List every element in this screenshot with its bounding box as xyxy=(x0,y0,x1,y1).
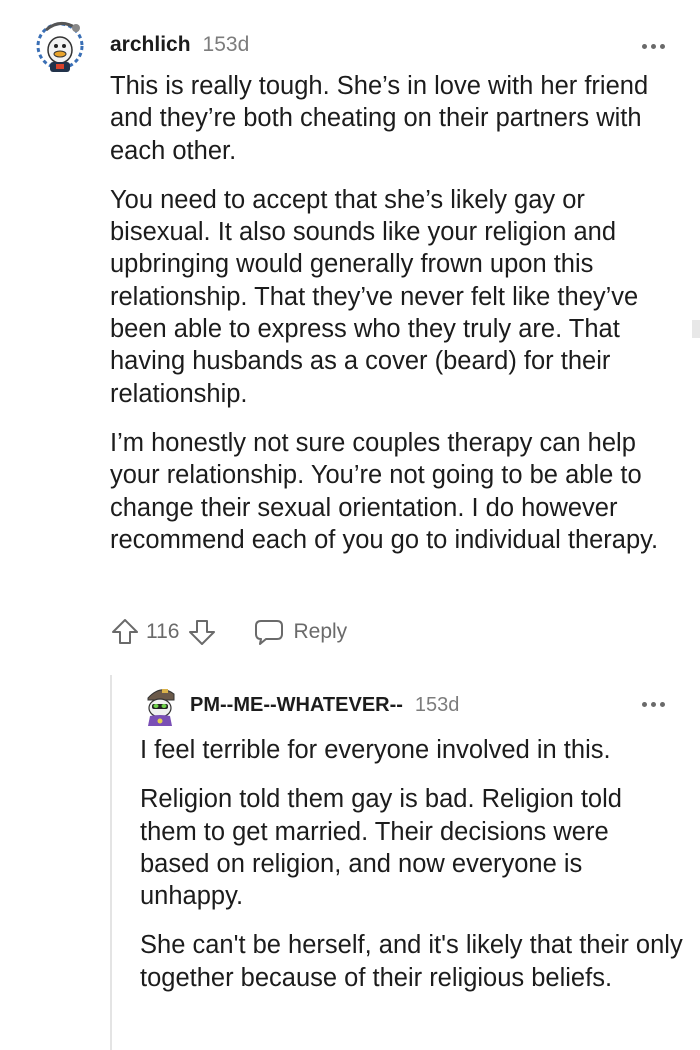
reply-comment: PM--ME--WHATEVER-- 153d I feel terrible … xyxy=(0,680,700,1050)
comment-meta: PM--ME--WHATEVER-- 153d xyxy=(190,694,459,717)
comment-paragraph: This is really tough. She’s in love with… xyxy=(110,72,649,165)
user-avatar[interactable] xyxy=(142,684,180,728)
comment-paragraph: You need to accept that she’s likely gay… xyxy=(110,185,639,408)
comment-paragraph: She can't be herself, and it's likely th… xyxy=(140,931,683,992)
upvote-arrow-icon xyxy=(112,619,138,644)
comment-age: 153d xyxy=(202,33,250,56)
username[interactable]: PM--ME--WHATEVER-- xyxy=(190,694,403,717)
comment-paragraph: Religion told them gay is bad. Religion … xyxy=(140,785,622,911)
comment-meta: archlich 153d xyxy=(110,33,249,57)
vote-count: 116 xyxy=(146,620,180,643)
reply-button[interactable]: Reply xyxy=(253,618,347,646)
comment-body: This is really tough. She’s in love with… xyxy=(110,70,685,573)
comment-paragraph: I feel terrible for everyone involved in… xyxy=(140,736,611,764)
snoo-avatar-icon xyxy=(36,22,84,72)
comment-paragraph: I’m honestly not sure couples therapy ca… xyxy=(110,428,659,554)
scrollbar-thumb[interactable] xyxy=(692,320,700,338)
downvote-button[interactable] xyxy=(187,617,217,647)
comment-actions: 116 Reply xyxy=(110,617,347,647)
username[interactable]: archlich xyxy=(110,33,191,57)
comment-bubble-icon xyxy=(255,620,284,645)
reply-label: Reply xyxy=(293,620,348,643)
upvote-button[interactable] xyxy=(110,617,140,647)
downvote-arrow-icon xyxy=(189,620,216,645)
more-options-icon[interactable] xyxy=(642,702,665,707)
user-avatar[interactable] xyxy=(36,16,88,76)
comment-body: I feel terrible for everyone involved in… xyxy=(140,734,685,1011)
comment: archlich 153d This is really tough. She’… xyxy=(0,0,700,680)
comment-age: 153d xyxy=(414,694,460,716)
snoo-avatar-icon xyxy=(147,689,175,726)
more-options-icon[interactable] xyxy=(642,44,665,49)
